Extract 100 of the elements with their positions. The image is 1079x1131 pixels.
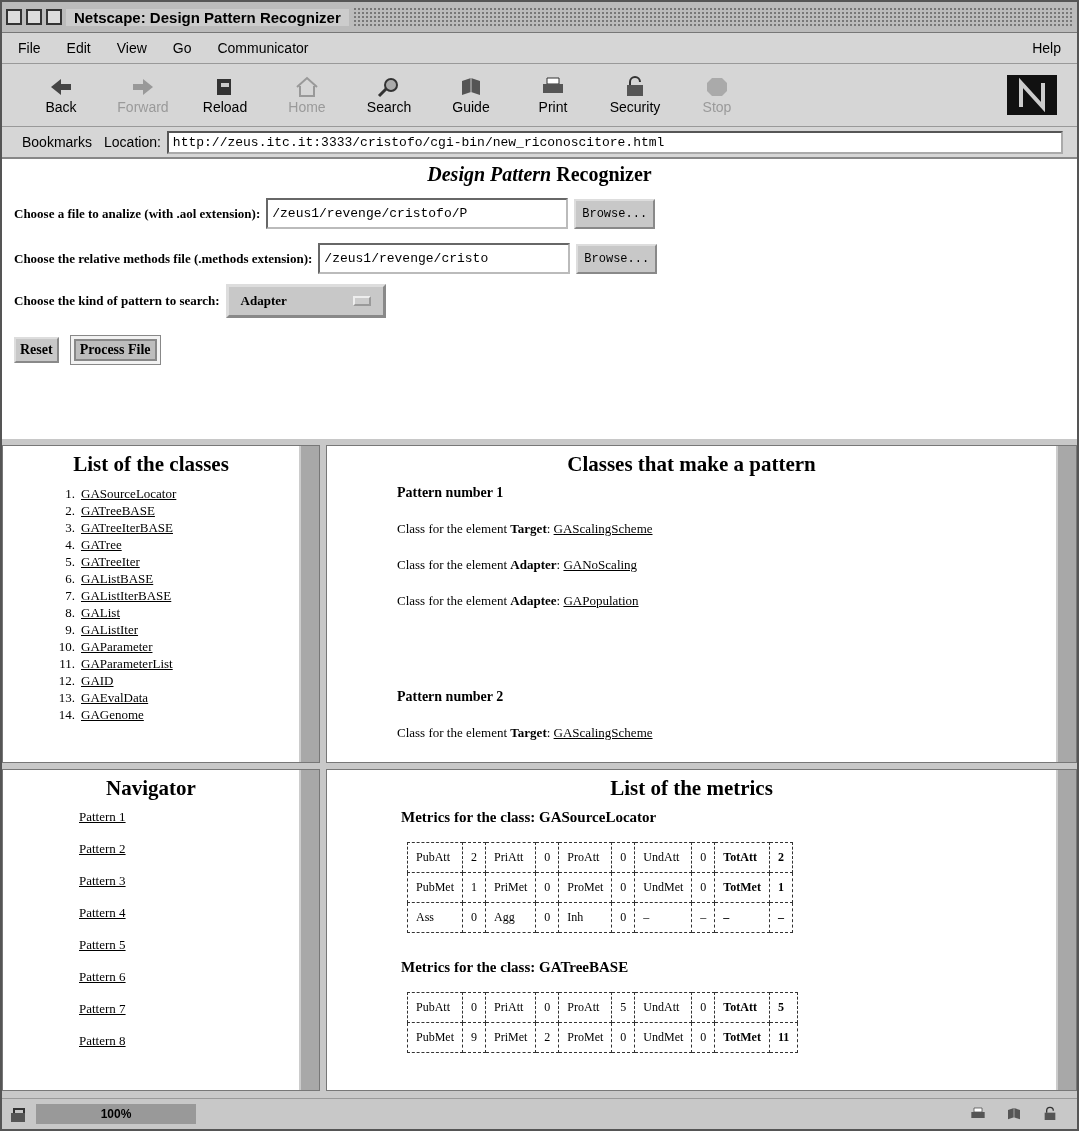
menu-item[interactable]: File — [18, 40, 41, 56]
class-link[interactable]: GANoScaling — [563, 557, 638, 572]
class-link[interactable]: GAScalingScheme — [553, 725, 653, 740]
table-cell: ProAtt — [558, 842, 612, 873]
pattern-element-text: Class for the element Adaptee: GAPopulation — [397, 593, 640, 609]
pattern-link[interactable]: Pattern 6 — [79, 969, 289, 985]
scrollbar[interactable] — [1056, 770, 1076, 1090]
file-field[interactable]: /zeus1/revenge/cristo — [318, 243, 571, 274]
list-number: 12. — [57, 672, 75, 689]
class-link[interactable]: GATreeBASE — [81, 502, 155, 519]
pattern-heading: Pattern number 1 — [397, 485, 505, 501]
toolbar-button[interactable]: Print — [514, 73, 592, 117]
class-link[interactable]: GAListIterBASE — [81, 587, 172, 604]
page-heading: Design Pattern Recognizer — [426, 163, 653, 186]
pattern-element-text: Class for the element Target: GAScalingScheme — [397, 521, 654, 537]
maximize-button[interactable] — [46, 9, 62, 25]
table-cell: PriMet — [485, 1022, 536, 1053]
class-link[interactable]: GATree — [81, 536, 122, 553]
pattern-link[interactable]: Pattern 1 — [79, 809, 289, 825]
form-button[interactable]: Reset — [14, 337, 59, 363]
table-cell: ProMet — [558, 872, 612, 903]
pattern-link[interactable]: Pattern 7 — [79, 1001, 289, 1017]
pattern-dropdown[interactable]: Adapter — [225, 284, 386, 318]
class-link[interactable]: GAID — [81, 672, 114, 689]
table-cell: Inh — [558, 902, 612, 933]
table-cell: – — [769, 902, 793, 933]
class-link[interactable]: GAPopulation — [563, 593, 639, 608]
list-number: 13. — [57, 689, 75, 706]
list-number: 2. — [64, 502, 75, 519]
table-cell: 5 — [611, 992, 635, 1023]
field-label: Choose the kind of pattern to search: — [14, 293, 220, 309]
table-cell: – — [714, 902, 770, 933]
pattern-link[interactable]: Pattern 2 — [79, 841, 289, 857]
toolbar-button[interactable]: Security — [596, 73, 674, 117]
toolbar-button[interactable]: Guide — [432, 73, 510, 117]
class-link[interactable]: GAGenome — [81, 706, 144, 723]
menu-item[interactable]: View — [116, 40, 147, 56]
toolbar-button[interactable]: Back — [22, 73, 100, 117]
scrollbar[interactable] — [1056, 446, 1076, 762]
scrollbar[interactable] — [299, 770, 319, 1090]
class-link[interactable]: GAList — [81, 604, 120, 621]
location-field[interactable]: http://zeus.itc.it:3333/cristofo/cgi-bin/new_riconoscitore.html — [166, 130, 1063, 154]
frame-title: Navigator — [105, 776, 197, 801]
menu-item[interactable]: Edit — [66, 40, 91, 56]
table-cell: Ass — [407, 902, 463, 933]
table-cell: 9 — [462, 1022, 486, 1053]
browse-button[interactable]: Browse... — [574, 198, 656, 229]
menu-item[interactable]: Communicator — [217, 40, 309, 56]
class-link[interactable]: GAParameter — [81, 638, 153, 655]
frame-title: List of the classes — [72, 452, 230, 477]
table-cell: 0 — [535, 992, 559, 1023]
class-link[interactable]: GAEvalData — [81, 689, 149, 706]
table-cell: 0 — [691, 872, 715, 903]
table-cell: – — [691, 902, 715, 933]
list-number: 1. — [64, 485, 75, 502]
table-cell: TotMet — [714, 1022, 770, 1053]
scrollbar[interactable] — [299, 446, 319, 762]
pattern-heading: Pattern number 2 — [397, 689, 505, 705]
pattern-link[interactable]: Pattern 5 — [79, 937, 289, 953]
metrics-heading: Metrics for the class: GASourceLocator — [401, 809, 658, 826]
menu-item[interactable]: Go — [172, 40, 192, 56]
pattern-link[interactable]: Pattern 3 — [79, 873, 289, 889]
table-cell: PriAtt — [485, 992, 536, 1023]
bookmarks-button[interactable]: Bookmarks — [16, 133, 99, 151]
file-field[interactable]: /zeus1/revenge/cristofo/P — [266, 198, 569, 229]
window-menu-button[interactable] — [6, 9, 22, 25]
table-cell: PubMet — [407, 872, 463, 903]
list-number: 10. — [57, 638, 75, 655]
table-cell: TotMet — [714, 872, 770, 903]
pattern-element-text: Class for the element Target: GAScalingScheme — [397, 725, 654, 741]
table-cell: 0 — [535, 872, 559, 903]
pattern-element-text: Class for the element Adapter: GANoScaling — [397, 557, 639, 573]
table-cell: 2 — [462, 842, 486, 873]
class-link[interactable]: GATreeIterBASE — [81, 519, 173, 536]
table-cell: 1 — [769, 872, 793, 903]
class-link[interactable]: GAParameterList — [81, 655, 173, 672]
menu-item[interactable]: Help — [1032, 40, 1061, 56]
table-cell: 0 — [462, 992, 486, 1023]
class-link[interactable]: GASourceLocator — [81, 485, 177, 502]
class-link[interactable]: GAListIter — [81, 621, 139, 638]
class-link[interactable]: GAScalingScheme — [553, 521, 653, 536]
list-number: 8. — [64, 604, 75, 621]
table-cell: TotAtt — [714, 842, 770, 873]
list-number: 6. — [64, 570, 75, 587]
class-link[interactable]: GATreeIter — [81, 553, 140, 570]
table-cell: ProMet — [558, 1022, 612, 1053]
table-cell: PriMet — [485, 872, 536, 903]
pattern-link[interactable]: Pattern 4 — [79, 905, 289, 921]
frame-title: Classes that make a pattern — [566, 452, 817, 477]
toolbar-button[interactable]: Reload — [186, 73, 264, 117]
table-cell: PubAtt — [407, 842, 463, 873]
toolbar-button[interactable]: Search — [350, 73, 428, 117]
table-cell: 0 — [691, 1022, 715, 1053]
browse-button[interactable]: Browse... — [576, 243, 658, 274]
table-cell: TotAtt — [714, 992, 770, 1023]
form-button[interactable]: Process File — [70, 336, 160, 364]
table-cell: ProAtt — [558, 992, 612, 1023]
class-link[interactable]: GAListBASE — [81, 570, 154, 587]
pattern-link[interactable]: Pattern 8 — [79, 1033, 289, 1049]
minimize-button[interactable] — [26, 9, 42, 25]
